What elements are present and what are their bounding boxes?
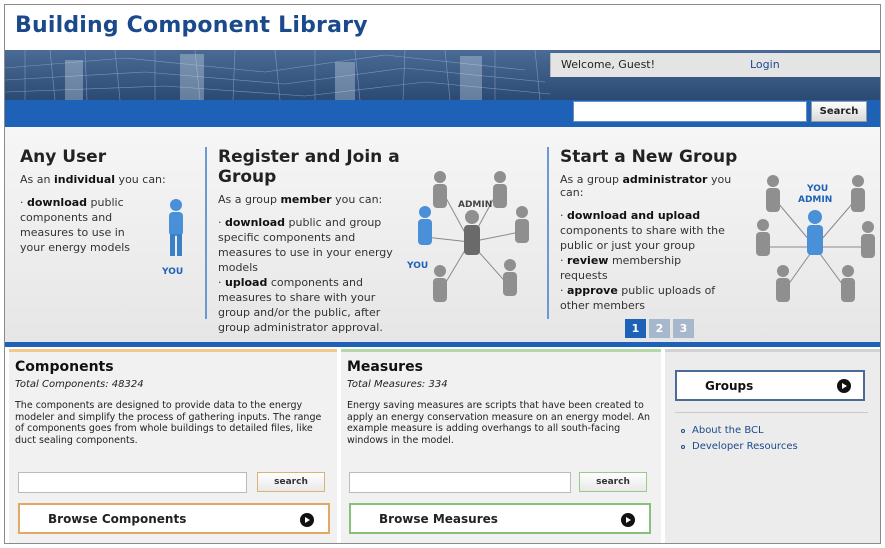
bullet-icon (681, 429, 685, 433)
measures-search-button[interactable]: search (579, 472, 647, 492)
hero-col-list: · download public components and measure… (20, 195, 145, 255)
you-label: YOU (162, 267, 184, 277)
hero-col-new-group: Start a New Group As a group administrat… (560, 147, 750, 313)
link-label: Developer Resources (692, 441, 798, 452)
hero-col-title: Register and Join a Group (218, 147, 400, 187)
hero-col-list: · download and upload components to shar… (560, 208, 730, 313)
hero-col-title: Start a New Group (560, 147, 738, 167)
measures-title: Measures (347, 359, 423, 375)
hero-slider: Any User As an individual you can: · dow… (5, 127, 880, 342)
groups-panel: Groups About the BCL Developer Resources (665, 349, 880, 543)
browse-components-button[interactable]: Browse Components (18, 503, 330, 534)
measures-panel: Measures Total Measures: 334 Energy savi… (341, 349, 661, 543)
browse-components-label: Browse Components (48, 511, 187, 526)
login-link[interactable]: Login (750, 58, 780, 71)
link-label: About the BCL (692, 425, 764, 436)
hero-col-title: Any User (20, 147, 107, 167)
page-frame: Building Component Library Welcome, Gues… (4, 4, 881, 544)
measures-count: Total Measures: 334 (347, 379, 448, 390)
groups-button-label: Groups (705, 378, 754, 393)
bullet-icon (681, 445, 685, 449)
item-bold: download (27, 196, 88, 209)
components-panel: Components Total Components: 48324 The c… (9, 349, 337, 543)
item-bold: upload (225, 276, 268, 289)
you-label: YOU (407, 261, 429, 271)
item-bold: download and upload (567, 209, 701, 222)
group-network-icon (418, 171, 529, 302)
hero-col-lead: As an individual you can: (20, 173, 185, 186)
lead-post: you can: (331, 193, 383, 206)
components-description: The components are designed to provide d… (15, 400, 322, 446)
hero-divider (547, 147, 549, 319)
measures-description: Energy saving measures are scripts that … (347, 400, 650, 446)
admin-label: ADMIN (798, 195, 833, 205)
welcome-text: Welcome, Guest! (561, 58, 656, 71)
hero-bottom-bar (5, 342, 880, 347)
arrow-right-icon (621, 513, 635, 527)
lead-bold: member (280, 193, 332, 206)
site-title[interactable]: Building Component Library (15, 13, 368, 38)
hero-divider (205, 147, 207, 319)
list-item: · approve public uploads of other member… (560, 284, 716, 312)
hero-col-join-group: Register and Join a Group As a group mem… (218, 147, 408, 335)
item-bold: approve (567, 284, 618, 297)
components-title: Components (15, 359, 114, 375)
groups-button[interactable]: Groups (675, 370, 865, 401)
you-label: YOU (807, 184, 829, 194)
groups-links: About the BCL Developer Resources (681, 423, 798, 455)
lead-post: you can: (115, 173, 166, 186)
welcome-bar: Welcome, Guest! Login (550, 53, 880, 77)
components-count: Total Components: 48324 (15, 379, 144, 390)
admin-label: ADMIN (458, 200, 493, 210)
pager-page-1[interactable]: 1 (625, 319, 646, 338)
site-search-button[interactable]: Search (811, 101, 867, 122)
measures-search-input[interactable] (349, 472, 571, 493)
item-bold: download (225, 216, 286, 229)
lead-bold: individual (53, 173, 116, 186)
lead-pre: As an (20, 173, 54, 186)
lead-bold: administrator (622, 173, 708, 186)
components-search-input[interactable] (18, 472, 247, 493)
pager-page-3[interactable]: 3 (673, 319, 694, 338)
components-search-button[interactable]: search (257, 472, 325, 492)
list-item: · download public and group specific com… (218, 216, 393, 274)
list-item: · download public components and measure… (20, 196, 131, 254)
pager-page-2[interactable]: 2 (649, 319, 670, 338)
about-bcl-link[interactable]: About the BCL (681, 423, 798, 439)
groups-divider (675, 412, 868, 413)
list-item: · download and upload components to shar… (560, 209, 725, 252)
hero-col-lead: As a group member you can: (218, 193, 408, 206)
lead-pre: As a group (218, 193, 281, 206)
item-bold: review (567, 254, 609, 267)
person-figure-icon (169, 199, 183, 256)
browse-measures-button[interactable]: Browse Measures (349, 503, 651, 534)
list-item: · upload components and measures to shar… (218, 276, 383, 334)
arrow-right-icon (300, 513, 314, 527)
list-item: · review membership requests (560, 254, 682, 282)
lead-pre: As a group (560, 173, 623, 186)
arrow-right-icon (837, 379, 851, 393)
hero-col-lead: As a group administrator you can: (560, 173, 750, 199)
site-search-input[interactable] (573, 101, 807, 122)
hero-col-list: · download public and group specific com… (218, 215, 396, 335)
developer-resources-link[interactable]: Developer Resources (681, 439, 798, 455)
slider-pager: 1 2 3 (625, 319, 694, 338)
browse-measures-label: Browse Measures (379, 511, 498, 526)
item-text: components to share with the public or j… (560, 224, 725, 252)
